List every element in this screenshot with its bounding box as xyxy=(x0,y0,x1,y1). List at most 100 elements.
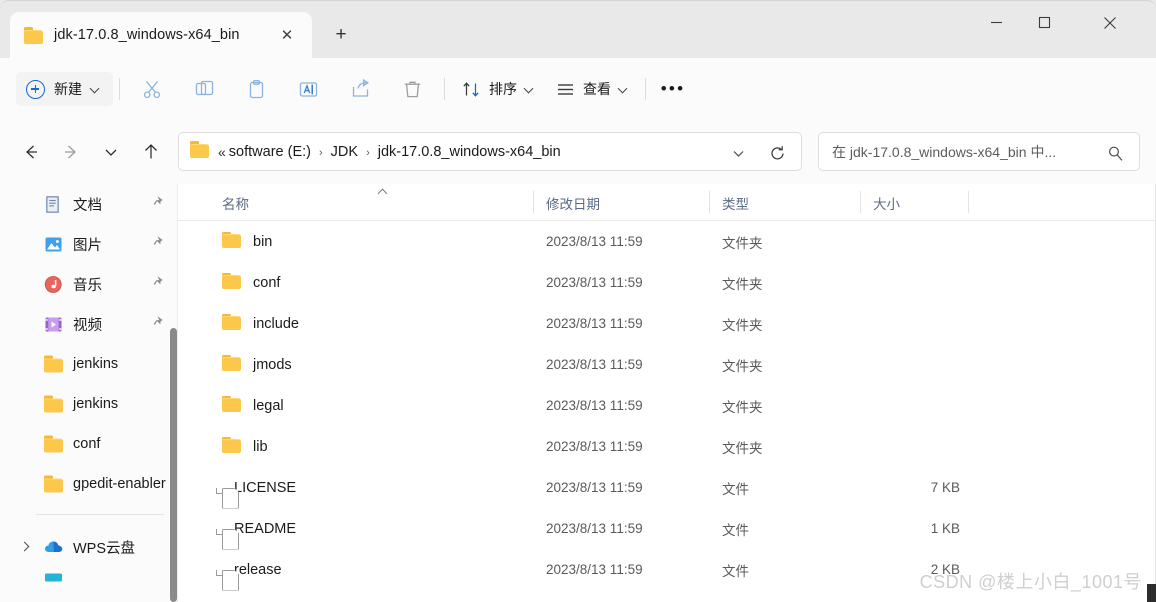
breadcrumb-separator[interactable]: › xyxy=(366,147,370,159)
sidebar-scrollbar-thumb[interactable] xyxy=(170,328,177,602)
close-tab-icon[interactable]: ✕ xyxy=(276,24,298,46)
table-row[interactable]: lib 2023/8/13 11:59 文件夹 xyxy=(178,426,1156,467)
delete-button[interactable] xyxy=(386,70,438,108)
sidebar-item-label: 视频 xyxy=(73,317,102,334)
breadcrumb-item-0[interactable]: software (E:) xyxy=(226,142,314,162)
sidebar-item-label: WPS云盘 xyxy=(73,540,136,557)
sidebar-divider xyxy=(36,514,164,515)
rename-button[interactable] xyxy=(282,70,334,108)
cut-button[interactable] xyxy=(126,70,178,108)
forward-button[interactable] xyxy=(54,135,88,169)
sidebar-item-pictures[interactable]: 图片 xyxy=(0,224,178,264)
table-row[interactable]: bin 2023/8/13 11:59 文件夹 xyxy=(178,221,1156,262)
refresh-button[interactable] xyxy=(765,141,789,165)
sidebar-item-label: gpedit-enabler xyxy=(73,476,166,492)
sidebar-item-music[interactable]: 音乐 xyxy=(0,264,178,304)
file-name-cell: LICENSE xyxy=(222,467,296,508)
table-row[interactable]: legal 2023/8/13 11:59 文件夹 xyxy=(178,385,1156,426)
table-row[interactable]: jmods 2023/8/13 11:59 文件夹 xyxy=(178,344,1156,385)
search-input[interactable]: 在 jdk-17.0.8_windows-x64_bin 中... xyxy=(818,132,1140,171)
file-date-cell: 2023/8/13 11:59 xyxy=(546,562,643,577)
file-name-cell: conf xyxy=(222,262,280,303)
search-icon[interactable] xyxy=(1104,142,1126,164)
chevron-down-icon xyxy=(525,85,534,94)
music-icon xyxy=(44,276,63,293)
sidebar-item-wps-cloud[interactable]: WPS云盘 xyxy=(0,527,178,567)
file-name-label: include xyxy=(253,315,299,332)
folder-icon xyxy=(44,435,63,453)
tab-jdk-folder[interactable]: jdk-17.0.8_windows-x64_bin ✕ xyxy=(10,12,312,58)
sidebar-item-videos[interactable]: 视频 xyxy=(0,304,178,344)
title-bar: jdk-17.0.8_windows-x64_bin ✕ + xyxy=(0,0,1156,58)
window-corner-artifact xyxy=(1147,584,1156,602)
file-size-cell xyxy=(798,344,960,385)
sidebar-item-conf[interactable]: conf xyxy=(0,424,178,464)
file-list-pane: 名称 修改日期 类型 大小 bin 2023/8/13 11:59 文件夹 conf 2… xyxy=(178,184,1156,602)
breadcrumb-overflow-icon[interactable]: « xyxy=(218,144,226,160)
new-tab-icon[interactable]: + xyxy=(326,21,356,49)
breadcrumb-separator[interactable]: › xyxy=(319,147,323,159)
share-button[interactable] xyxy=(334,70,386,108)
close-window-button[interactable] xyxy=(1086,0,1134,45)
recent-locations-button[interactable] xyxy=(94,135,128,169)
table-row[interactable]: README 2023/8/13 11:59 文件 1 KB xyxy=(178,508,1156,549)
file-date-cell: 2023/8/13 11:59 xyxy=(546,480,643,495)
file-date-cell: 2023/8/13 11:59 xyxy=(546,275,643,290)
minimize-icon xyxy=(990,21,1002,24)
maximize-button[interactable] xyxy=(1020,0,1068,45)
pin-icon[interactable] xyxy=(153,235,166,253)
sort-button[interactable]: 排序 xyxy=(451,71,545,107)
file-date-cell: 2023/8/13 11:59 xyxy=(546,398,643,413)
sort-ascending-icon xyxy=(378,188,389,195)
column-divider[interactable] xyxy=(968,191,969,213)
back-button[interactable] xyxy=(14,135,48,169)
folder-icon xyxy=(44,475,63,493)
navigation-pane[interactable]: 文档 图片 音乐 视频 jenkins jenkins conf gpedit-… xyxy=(0,184,178,602)
chevron-right-icon[interactable] xyxy=(20,542,30,552)
table-row[interactable]: include 2023/8/13 11:59 文件夹 xyxy=(178,303,1156,344)
file-size-cell xyxy=(798,385,960,426)
pin-icon[interactable] xyxy=(153,195,166,213)
sidebar-item-documents[interactable]: 文档 xyxy=(0,184,178,224)
address-bar[interactable]: « software (E:) › JDK › jdk-17.0.8_windo… xyxy=(178,132,802,171)
paste-button[interactable] xyxy=(230,70,282,108)
table-row[interactable]: conf 2023/8/13 11:59 文件夹 xyxy=(178,262,1156,303)
file-type-cell: 文件 xyxy=(722,522,749,538)
watermark-text: CSDN @楼上小白_1001号 xyxy=(919,572,1142,592)
column-header-size[interactable]: 大小 xyxy=(861,184,900,221)
arrow-right-icon xyxy=(65,145,76,159)
column-header-row: 名称 修改日期 类型 大小 xyxy=(178,184,1156,221)
sidebar-item-partial[interactable] xyxy=(0,567,178,589)
minimize-button[interactable] xyxy=(972,0,1020,45)
search-placeholder: 在 jdk-17.0.8_windows-x64_bin 中... xyxy=(832,143,1057,160)
column-header-type[interactable]: 类型 xyxy=(710,184,749,221)
sidebar-item-jenkins-2[interactable]: jenkins xyxy=(0,384,178,424)
column-header-date[interactable]: 修改日期 xyxy=(534,184,600,221)
pin-icon[interactable] xyxy=(153,315,166,333)
pin-icon[interactable] xyxy=(153,275,166,293)
file-name-cell: legal xyxy=(222,385,284,426)
file-name-cell: release xyxy=(222,549,282,590)
table-row[interactable]: LICENSE 2023/8/13 11:59 文件 7 KB xyxy=(178,467,1156,508)
up-button[interactable] xyxy=(134,135,168,169)
sidebar-item-gpedit-enabler[interactable]: gpedit-enabler xyxy=(0,464,178,504)
file-type-cell: 文件夹 xyxy=(722,276,763,292)
column-header-name[interactable]: 名称 xyxy=(210,184,249,221)
sidebar-item-label: 音乐 xyxy=(73,277,102,294)
arrow-left-icon xyxy=(26,145,37,159)
breadcrumb-item-2[interactable]: jdk-17.0.8_windows-x64_bin xyxy=(375,142,564,162)
file-rows: bin 2023/8/13 11:59 文件夹 conf 2023/8/13 11:59… xyxy=(178,221,1156,590)
sort-icon xyxy=(463,81,479,97)
videos-icon xyxy=(44,316,63,333)
folder-icon xyxy=(222,436,241,457)
more-options-button[interactable]: ••• xyxy=(652,71,694,107)
sort-button-label: 排序 xyxy=(489,81,517,97)
sidebar-item-jenkins-1[interactable]: jenkins xyxy=(0,344,178,384)
breadcrumb-item-1[interactable]: JDK xyxy=(328,142,361,162)
view-button[interactable]: 查看 xyxy=(545,71,639,107)
address-dropdown-button[interactable] xyxy=(727,142,749,164)
copy-button[interactable] xyxy=(178,70,230,108)
new-button[interactable]: 新建 xyxy=(16,72,113,106)
folder-icon xyxy=(222,231,241,252)
sidebar-item-label: 图片 xyxy=(73,237,102,254)
